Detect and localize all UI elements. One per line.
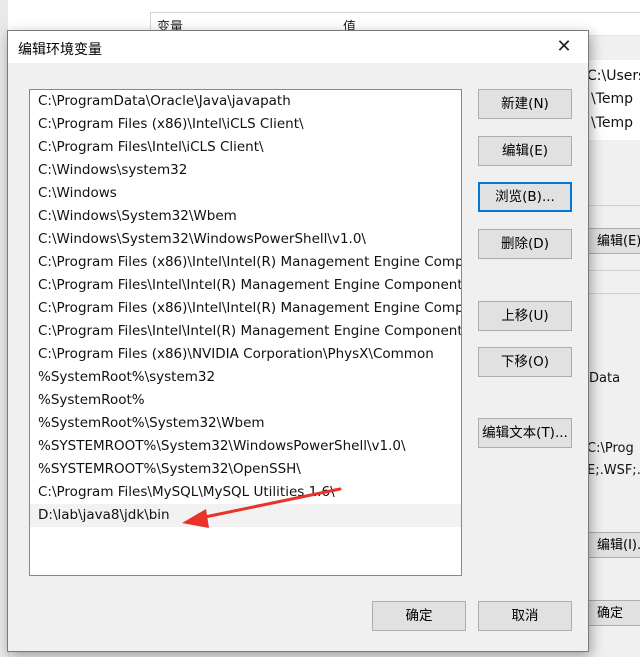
path-list-item[interactable]: %SystemRoot%\system32 — [30, 366, 461, 389]
background-separator — [586, 293, 640, 294]
move-up-button[interactable]: 上移(U) — [478, 301, 572, 331]
path-list-item[interactable]: %SystemRoot%\System32\Wbem — [30, 412, 461, 435]
path-list-item[interactable]: C:\Program Files\Intel\Intel(R) Manageme… — [30, 320, 461, 343]
path-list-item[interactable]: C:\Program Files\Intel\Intel(R) Manageme… — [30, 274, 461, 297]
path-list-item[interactable]: C:\Program Files (x86)\Intel\iCLS Client… — [30, 113, 461, 136]
background-separator — [586, 270, 640, 271]
path-list-item[interactable]: %SYSTEMROOT%\System32\WindowsPowerShell\… — [30, 435, 461, 458]
browse-button[interactable]: 浏览(B)... — [478, 182, 572, 212]
path-list-item[interactable]: C:\Program Files (x86)\Intel\Intel(R) Ma… — [30, 297, 461, 320]
ok-button[interactable]: 确定 — [372, 601, 466, 631]
dialog-title: 编辑环境变量 — [18, 42, 102, 58]
path-list-item[interactable]: %SYSTEMROOT%\System32\OpenSSH\ — [30, 458, 461, 481]
background-edit-button[interactable]: 编辑(E) — [588, 228, 640, 254]
background-value-snippet-2: C:\Prog — [587, 441, 634, 456]
background-list-value-2: \Temp — [591, 91, 634, 107]
path-list-item[interactable]: %SystemRoot% — [30, 389, 461, 412]
edit-text-button[interactable]: 编辑文本(T)... — [478, 418, 572, 448]
path-list[interactable]: C:\ProgramData\Oracle\Java\javapath C:\P… — [29, 89, 462, 576]
background-list-value-1: C:\Users — [587, 68, 640, 84]
path-list-item[interactable]: C:\Windows\system32 — [30, 159, 461, 182]
path-list-item[interactable]: C:\ProgramData\Oracle\Java\javapath — [30, 90, 461, 113]
background-value-snippet-1: Data — [589, 371, 621, 386]
edit-button[interactable]: 编辑(E) — [478, 136, 572, 166]
path-list-item[interactable]: C:\Windows\System32\Wbem — [30, 205, 461, 228]
background-edit-button-2[interactable]: 编辑(I)... — [588, 532, 640, 558]
path-list-item[interactable]: C:\Program Files (x86)\NVIDIA Corporatio… — [30, 343, 461, 366]
delete-button[interactable]: 删除(D) — [478, 229, 572, 259]
close-icon[interactable]: ✕ — [544, 31, 584, 63]
path-list-item[interactable]: C:\Program Files (x86)\Intel\Intel(R) Ma… — [30, 251, 461, 274]
path-list-item[interactable]: C:\Windows — [30, 182, 461, 205]
background-value-snippet-3: E;.WSF;.W — [587, 463, 640, 478]
path-list-item-selected[interactable]: D:\lab\java8\jdk\bin — [30, 504, 461, 527]
background-ok-button[interactable]: 确定 — [588, 600, 640, 626]
background-list-value-3: \Temp — [591, 115, 634, 131]
path-list-item[interactable]: C:\Program Files\Intel\iCLS Client\ — [30, 136, 461, 159]
background-separator — [586, 205, 640, 206]
cancel-button[interactable]: 取消 — [478, 601, 572, 631]
path-list-item[interactable]: C:\Program Files\MySQL\MySQL Utilities 1… — [30, 481, 461, 504]
dialog-titlebar[interactable]: 编辑环境变量 ✕ — [8, 31, 588, 63]
path-list-item[interactable]: C:\Windows\System32\WindowsPowerShell\v1… — [30, 228, 461, 251]
edit-environment-variable-dialog: 编辑环境变量 ✕ C:\ProgramData\Oracle\Java\java… — [7, 30, 589, 652]
new-button[interactable]: 新建(N) — [478, 89, 572, 119]
move-down-button[interactable]: 下移(O) — [478, 347, 572, 377]
